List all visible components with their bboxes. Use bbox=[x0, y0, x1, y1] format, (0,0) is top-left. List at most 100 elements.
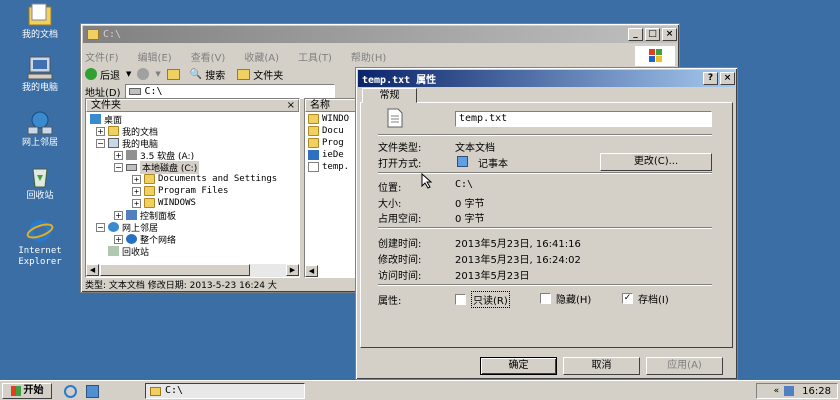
scroll-right-button[interactable]: ▶ bbox=[286, 264, 299, 276]
close-button[interactable]: × bbox=[662, 28, 677, 41]
tree-item-desktop[interactable]: 桌面 bbox=[90, 113, 122, 126]
folder-icon bbox=[144, 198, 155, 208]
chevron-down-icon[interactable]: ▼ bbox=[155, 70, 160, 78]
tree-item-entire-network[interactable]: + 整个网络 bbox=[114, 233, 176, 246]
checkbox[interactable] bbox=[540, 293, 551, 304]
dialog-titlebar[interactable]: temp.txt 属性 ? × bbox=[358, 70, 735, 87]
menu-help[interactable]: 帮助(H) bbox=[351, 49, 386, 65]
desktop-icon-my-documents[interactable]: 我的文档 bbox=[8, 2, 72, 41]
ok-button[interactable]: 确定 bbox=[480, 357, 557, 375]
tree-item-program-files[interactable]: + Program Files bbox=[132, 185, 228, 197]
clock[interactable]: 16:28 bbox=[802, 386, 831, 397]
start-button[interactable]: 开始 bbox=[2, 383, 52, 399]
system-tray: « 16:28 bbox=[756, 383, 838, 399]
size-on-disk-label: 占用空间: bbox=[378, 214, 422, 225]
expand-icon[interactable]: + bbox=[132, 174, 141, 184]
cursor-icon bbox=[421, 173, 433, 189]
list-item[interactable]: temp. bbox=[308, 161, 349, 173]
created-value: 2013年5月23日, 16:41:16 bbox=[455, 239, 581, 250]
collapse-icon[interactable]: − bbox=[114, 162, 123, 172]
hidden-checkbox[interactable]: 隐藏(H) bbox=[540, 291, 591, 306]
tree-item-windows[interactable]: + WINDOWS bbox=[132, 197, 196, 209]
tree-item-network[interactable]: − 网上邻居 bbox=[96, 221, 158, 234]
up-folder-icon[interactable] bbox=[166, 68, 180, 80]
desktop-icon-recycle-bin[interactable]: 回收站 bbox=[8, 163, 72, 202]
collapse-icon[interactable]: − bbox=[96, 222, 105, 232]
checkbox[interactable] bbox=[455, 294, 466, 305]
desktop-icon-network[interactable]: 网上邻居 bbox=[8, 110, 72, 149]
checkmark-icon[interactable]: ✓ bbox=[622, 293, 633, 304]
network-places-icon bbox=[27, 111, 53, 135]
menu-edit[interactable]: 编辑(E) bbox=[138, 49, 172, 65]
modified-label: 修改时间: bbox=[378, 255, 422, 266]
tree-item-my-computer[interactable]: − 我的电脑 bbox=[96, 137, 158, 150]
expand-icon[interactable]: + bbox=[96, 126, 105, 136]
archive-checkbox[interactable]: ✓ 存档(I) bbox=[622, 291, 669, 306]
forward-arrow-icon[interactable] bbox=[137, 68, 150, 80]
list-item[interactable]: Docu bbox=[308, 125, 344, 137]
desktop-icon-internet-explorer[interactable]: Internet Explorer bbox=[8, 218, 72, 268]
scroll-left-button[interactable]: ◀ bbox=[305, 265, 318, 277]
change-button[interactable]: 更改(C)... bbox=[600, 153, 712, 171]
expand-icon[interactable]: + bbox=[132, 198, 141, 208]
list-item[interactable]: WINDO bbox=[308, 113, 349, 125]
maximize-button[interactable]: □ bbox=[645, 28, 660, 41]
explorer-titlebar[interactable]: C:\ _ □ × bbox=[83, 26, 677, 43]
chevron-left-icon[interactable]: « bbox=[774, 386, 780, 396]
menu-favorites[interactable]: 收藏(A) bbox=[244, 49, 279, 65]
address-input[interactable]: C:\ bbox=[124, 83, 335, 99]
file-type-label: 文件类型: bbox=[378, 143, 422, 154]
menu-view[interactable]: 查看(V) bbox=[191, 49, 226, 65]
expand-icon[interactable]: + bbox=[114, 210, 123, 220]
notepad-icon bbox=[457, 156, 468, 167]
back-button[interactable]: 后退 bbox=[100, 67, 120, 82]
horizontal-scrollbar[interactable]: ◀ ▶ bbox=[86, 264, 299, 277]
readonly-checkbox[interactable]: 只读(R) bbox=[455, 291, 510, 308]
close-button[interactable]: × bbox=[720, 72, 735, 85]
expand-icon[interactable]: + bbox=[132, 186, 141, 196]
tree-item-documents-and-settings[interactable]: + Documents and Settings bbox=[132, 173, 277, 185]
minimize-button[interactable]: _ bbox=[628, 28, 643, 41]
explorer-toolbar: 后退 ▼ ▼ 🔍 搜索 文件夹 bbox=[85, 65, 283, 83]
desktop-icon-my-computer[interactable]: 我的电脑 bbox=[8, 55, 72, 94]
folder-icon bbox=[308, 114, 319, 124]
help-button[interactable]: ? bbox=[703, 72, 718, 85]
quick-launch-ie-icon[interactable] bbox=[64, 385, 77, 398]
tree-item-my-documents[interactable]: + 我的文档 bbox=[96, 125, 158, 138]
my-documents-icon bbox=[28, 3, 52, 26]
search-button[interactable]: 搜索 bbox=[205, 67, 225, 82]
expand-icon[interactable]: + bbox=[114, 150, 123, 160]
tree-item-recycle-bin[interactable]: 回收站 bbox=[108, 245, 149, 258]
menu-file[interactable]: 文件(F) bbox=[85, 49, 119, 65]
cancel-button[interactable]: 取消 bbox=[563, 357, 640, 375]
expand-icon[interactable]: + bbox=[114, 234, 123, 244]
scroll-thumb[interactable] bbox=[100, 264, 250, 276]
drive-icon bbox=[128, 87, 141, 95]
tree-item-control-panel[interactable]: + 控制面板 bbox=[114, 209, 176, 222]
desktop-icon-label: 我的电脑 bbox=[21, 83, 58, 93]
tab-general[interactable]: 常规 bbox=[362, 88, 417, 103]
quick-launch-desktop-icon[interactable] bbox=[86, 385, 99, 398]
separator bbox=[378, 227, 712, 229]
collapse-icon[interactable]: − bbox=[96, 138, 105, 148]
list-item[interactable]: ieDe bbox=[308, 149, 344, 161]
list-item[interactable]: Prog bbox=[308, 137, 344, 149]
folders-button[interactable]: 文件夹 bbox=[253, 67, 283, 82]
menu-tools[interactable]: 工具(T) bbox=[298, 49, 332, 65]
folder-tree-pane[interactable]: 文件夹 × 桌面 + 我的文档 − 我的电脑 +3.5 软盘 (A:) − 本地磁盘 … bbox=[85, 98, 300, 278]
network-tray-icon[interactable] bbox=[784, 386, 795, 396]
scroll-left-button[interactable]: ◀ bbox=[86, 264, 99, 276]
close-icon[interactable]: × bbox=[287, 100, 295, 111]
floppy-icon bbox=[126, 150, 137, 160]
taskbar-item-explorer[interactable]: C:\ bbox=[145, 383, 305, 399]
address-label: 地址(D) bbox=[85, 87, 121, 99]
desktop-icon-label: 回收站 bbox=[26, 191, 54, 201]
filename-input[interactable]: temp.txt bbox=[455, 111, 712, 127]
chevron-down-icon[interactable]: ▼ bbox=[126, 70, 131, 78]
size-label: 大小: bbox=[378, 199, 402, 210]
tree-item-floppy[interactable]: +3.5 软盘 (A:) bbox=[114, 149, 194, 162]
apply-button[interactable]: 应用(A) bbox=[646, 357, 723, 375]
desktop-icon-label: 我的文档 bbox=[21, 30, 58, 40]
tree-item-local-disk[interactable]: − 本地磁盘 (C:) bbox=[114, 160, 200, 174]
desktop-icon-label: Internet bbox=[18, 246, 62, 256]
